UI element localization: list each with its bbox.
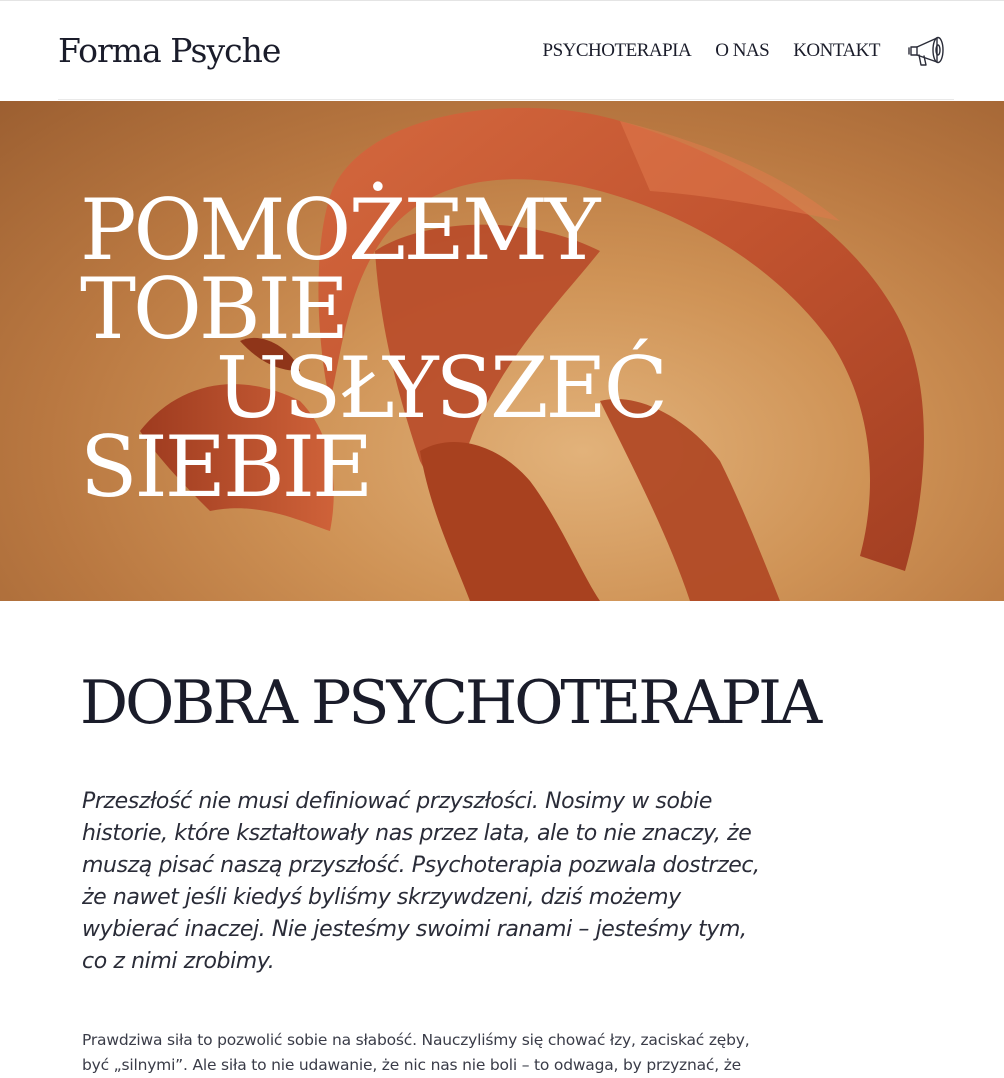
megaphone-icon[interactable] (907, 33, 949, 69)
site-header: Forma Psyche PSYCHOTERAPIA O NAS KONTAKT (0, 1, 1004, 100)
section-title: DOBRA PSYCHOTERAPIA (80, 668, 822, 738)
hero-title-line: TOBIE (80, 260, 349, 358)
header-divider (58, 99, 954, 100)
hero-title-line: POMOŻEMY (80, 181, 600, 279)
hero-title-line: SIEBIE (80, 418, 373, 516)
hero-title-line: USŁYSZEĆ (216, 339, 668, 437)
main-nav: PSYCHOTERAPIA O NAS KONTAKT (519, 40, 881, 62)
hero-title: POMOŻEMY TOBIE USŁYSZEĆ SIEBIE (80, 181, 668, 516)
logo[interactable]: Forma Psyche (58, 31, 281, 70)
nav-item-o-nas[interactable]: O NAS (715, 40, 769, 62)
lead-paragraph: Przeszłość nie musi definiować przyszłoś… (82, 789, 760, 974)
hero-banner: POMOŻEMY TOBIE USŁYSZEĆ SIEBIE (0, 101, 1004, 601)
nav-item-kontakt[interactable]: KONTAKT (793, 40, 880, 62)
nav-item-psychoterapia[interactable]: PSYCHOTERAPIA (543, 40, 692, 62)
body-paragraph: Prawdziwa siła to pozwolić sobie na słab… (82, 1031, 750, 1074)
